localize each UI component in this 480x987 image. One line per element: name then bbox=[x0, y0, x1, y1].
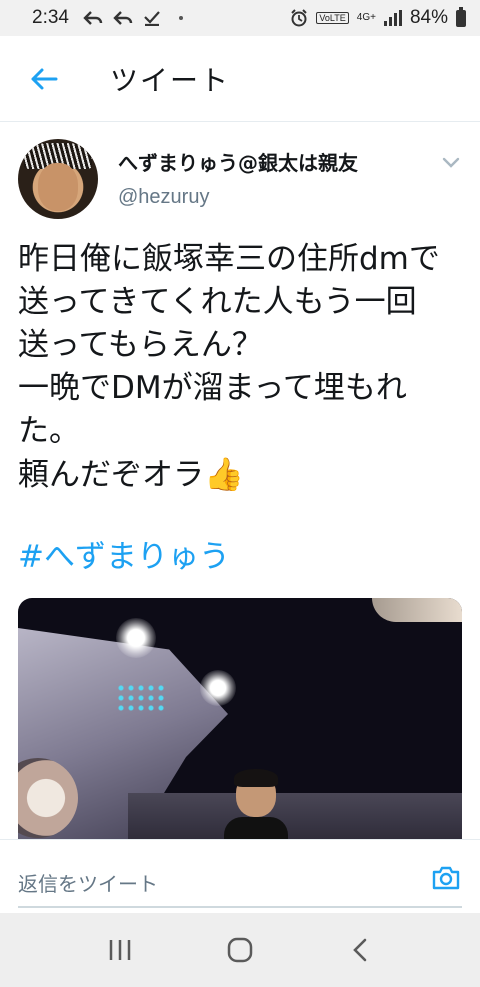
network-indicator: 4G+ bbox=[356, 12, 376, 23]
volte-badge: VoLTE bbox=[316, 12, 349, 24]
tweet: へずまりゅう@銀太は親友 @hezuruy 昨日俺に飯塚幸三の住所dmで 送って… bbox=[0, 123, 480, 843]
author-display-name[interactable]: へずまりゅう@銀太は親友 bbox=[118, 147, 358, 176]
battery-percent: 84% bbox=[409, 7, 448, 28]
home-button[interactable] bbox=[216, 926, 264, 974]
app-header: ツイート bbox=[0, 36, 480, 122]
status-bar: 2:34 VoLTE 4G+ 84% bbox=[0, 0, 480, 36]
thumbs-up-icon: 👍 bbox=[204, 455, 244, 493]
tweet-text: 昨日俺に飯塚幸三の住所dmで 送ってきてくれた人もう一回 送ってもらえん？ 一晩… bbox=[18, 238, 468, 497]
status-right: VoLTE 4G+ 84% bbox=[290, 6, 466, 29]
camera-icon[interactable] bbox=[430, 862, 462, 894]
reply-icon bbox=[113, 11, 133, 25]
avatar[interactable] bbox=[18, 139, 98, 219]
reply-underline bbox=[18, 906, 462, 908]
page-title: ツイート bbox=[110, 63, 231, 97]
battery-icon bbox=[456, 6, 466, 27]
dot-icon bbox=[178, 16, 183, 20]
tweet-photo[interactable] bbox=[18, 598, 462, 843]
tweet-author: へずまりゅう@銀太は親友 @hezuruy bbox=[0, 123, 480, 223]
status-time: 2:34 bbox=[32, 7, 69, 28]
recent-apps-icon bbox=[109, 940, 131, 960]
author-handle[interactable]: @hezuruy bbox=[118, 186, 209, 209]
reply-bar: 返信をツイート bbox=[0, 839, 480, 913]
chevron-down-icon[interactable] bbox=[440, 151, 462, 173]
reply-input[interactable]: 返信をツイート bbox=[18, 868, 158, 897]
system-nav-bar bbox=[0, 913, 480, 987]
home-icon bbox=[227, 937, 253, 963]
back-button[interactable] bbox=[14, 49, 74, 109]
system-back-button[interactable] bbox=[336, 926, 384, 974]
notification-icons bbox=[83, 10, 183, 26]
chevron-left-icon bbox=[353, 938, 367, 962]
reply-icon bbox=[83, 11, 103, 25]
recent-apps-button[interactable] bbox=[96, 926, 144, 974]
alarm-icon bbox=[291, 9, 308, 27]
signal-icon bbox=[383, 10, 402, 26]
download-done-icon bbox=[144, 11, 160, 26]
hashtag-link[interactable]: #へずまりゅう bbox=[18, 531, 230, 576]
back-arrow-icon bbox=[31, 68, 58, 89]
